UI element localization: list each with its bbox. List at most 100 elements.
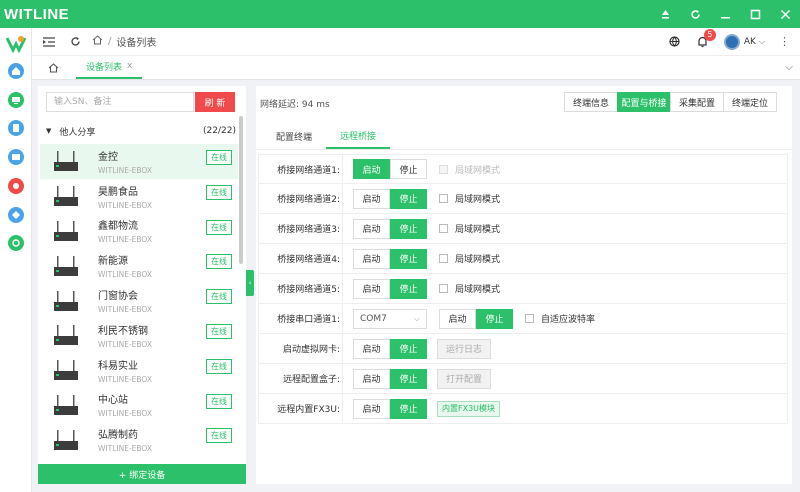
globe-icon[interactable] (668, 35, 682, 49)
status-badge: 在线 (206, 150, 232, 165)
search-input[interactable]: 输入SN、备注 (46, 92, 194, 112)
chevron-down-icon[interactable]: ⌵ (759, 37, 765, 47)
start-button[interactable]: 启动 (353, 218, 390, 239)
device-model: WITLINE-EBOX (98, 165, 152, 175)
status-badge: 在线 (206, 358, 232, 374)
home-nav-icon[interactable] (8, 63, 24, 79)
scrollbar[interactable] (239, 116, 243, 264)
start-button[interactable]: 启动 (353, 188, 390, 209)
breadcrumb-current: 设备列表 (116, 38, 157, 49)
stop-button[interactable]: 停止 (390, 398, 427, 419)
bridge-row-5: 桥接网络通道5: 启动 停止 局域网模式 (258, 274, 788, 304)
notification-badge: 5 (703, 28, 716, 41)
tab-close-icon[interactable]: x (127, 61, 132, 71)
row-label: 桥接网络通道4: (259, 244, 343, 273)
maximize-icon[interactable] (740, 0, 770, 28)
tabs-dropdown-icon[interactable]: ⌵ (778, 55, 800, 79)
reload-icon[interactable] (68, 35, 82, 49)
group-header[interactable]: ▼ 他人分享 (22/22) (46, 124, 236, 138)
bridge-row-2: 桥接网络通道2: 启动 停止 局域网模式 (258, 184, 788, 214)
router-device-icon (52, 323, 80, 347)
device-item[interactable]: 门窗协会 WITLINE-EBOX 在线 (40, 283, 238, 318)
stop-button[interactable]: 停止 (390, 368, 427, 389)
stop-button[interactable]: 停止 (476, 308, 513, 329)
stop-button[interactable]: 停止 (390, 188, 427, 209)
pin-icon[interactable] (650, 0, 680, 28)
auto-baud-label: 自适应波特率 (541, 315, 596, 325)
stop-button[interactable]: 停止 (390, 338, 427, 359)
menu-fold-icon[interactable] (42, 35, 56, 49)
minimize-icon[interactable] (710, 0, 740, 28)
status-badge: 在线 (206, 184, 232, 200)
user-name[interactable]: AK (744, 37, 756, 47)
stop-button[interactable]: 停止 (390, 248, 427, 269)
close-icon[interactable] (770, 0, 800, 28)
breadcrumb-home-icon[interactable] (92, 35, 103, 48)
start-button[interactable]: 启动 (353, 248, 390, 269)
lan-mode-checkbox[interactable]: 局域网模式 (439, 192, 500, 205)
device-item[interactable]: 金控 WITLINE-EBOX 在线 (40, 144, 238, 179)
tab-device-list[interactable]: 设备列表 x (76, 55, 143, 79)
main-panel: 网络延迟: 94 ms 终端信息 配置与桥接 采集配置 终端定位 配置终端 远程… (256, 86, 792, 484)
stop-button[interactable]: 停止 (390, 278, 427, 299)
avatar[interactable] (723, 33, 740, 50)
tab-config-terminal[interactable]: 配置终端 (262, 124, 326, 149)
stop-button[interactable]: 停止 (390, 159, 427, 179)
lan-mode-checkbox[interactable]: 局域网模式 (439, 252, 500, 265)
alarm-nav-icon[interactable] (8, 178, 24, 194)
page-tabs: 设备列表 x ⌵ (32, 56, 800, 80)
device-item[interactable]: 新能源 WITLINE-EBOX 在线 (40, 248, 238, 283)
monitor-nav-icon[interactable] (8, 92, 24, 108)
function-buttons: 终端信息 配置与桥接 采集配置 终端定位 (564, 92, 777, 112)
device-item[interactable]: 中心站 WITLINE-EBOX 在线 (40, 388, 238, 423)
row-label: 桥接网络通道1: (259, 155, 343, 183)
stop-button[interactable]: 停止 (390, 218, 427, 239)
device-item[interactable]: 鑫都物流 WITLINE-EBOX 在线 (40, 214, 238, 249)
top-nav: / 设备列表 5 AK ⌵ ⋮ (32, 28, 800, 56)
home-tab-icon[interactable] (40, 57, 66, 79)
collapse-panel-icon[interactable]: ‹ (246, 270, 254, 296)
terminal-locate-button[interactable]: 终端定位 (723, 92, 777, 112)
row-label: 桥接网络通道3: (259, 214, 343, 243)
terminal-info-button[interactable]: 终端信息 (564, 92, 618, 112)
row-label: 桥接网络通道5: (259, 274, 343, 303)
refresh-window-icon[interactable] (680, 0, 710, 28)
device-item[interactable]: 利民不锈钢 WITLINE-EBOX 在线 (40, 318, 238, 353)
tab-remote-bridge[interactable]: 远程桥接 (326, 124, 391, 149)
settings-nav-icon[interactable] (8, 235, 24, 251)
com-port-select[interactable]: COM7 ⌵ (353, 308, 427, 329)
device-item[interactable]: 弘腾制药 WITLINE-EBOX 在线 (40, 422, 238, 457)
collect-config-button[interactable]: 采集配置 (670, 92, 724, 112)
more-vertical-icon[interactable]: ⋮ (779, 35, 790, 48)
router-device-icon (52, 254, 80, 278)
bridge-row-4: 桥接网络通道4: 启动 停止 局域网模式 (258, 244, 788, 274)
bridge-table: 桥接网络通道1: 启动 停止 局域网模式 桥接网络通道2: 启动 停止 局域网模… (258, 154, 788, 424)
group-count: (22/22) (203, 126, 236, 136)
start-button[interactable]: 启动 (439, 308, 476, 329)
device-model: WITLINE-EBOX (98, 409, 152, 419)
start-button[interactable]: 启动 (353, 398, 390, 419)
refresh-button[interactable]: 刷 新 (195, 92, 235, 112)
router-device-icon (52, 358, 80, 382)
device-name: 金控 (98, 151, 118, 163)
start-button[interactable]: 启动 (353, 278, 390, 299)
status-badge: 在线 (206, 393, 232, 409)
bind-device-button[interactable]: + 绑定设备 (38, 464, 246, 484)
lan-mode-checkbox[interactable]: 局域网模式 (439, 222, 500, 235)
report-nav-icon[interactable] (8, 120, 24, 136)
device-name: 新能源 (98, 256, 128, 268)
message-nav-icon[interactable] (8, 149, 24, 165)
lan-mode-checkbox[interactable]: 局域网模式 (439, 282, 500, 295)
start-button[interactable]: 启动 (353, 159, 390, 179)
start-button[interactable]: 启动 (353, 338, 390, 359)
config-bridge-button[interactable]: 配置与桥接 (617, 92, 671, 112)
share-nav-icon[interactable] (8, 207, 24, 223)
device-item[interactable]: 科易实业 WITLINE-EBOX 在线 (40, 353, 238, 388)
vnic-row: 启动虚拟网卡: 启动 停止 运行日志 (258, 334, 788, 364)
start-button[interactable]: 启动 (353, 368, 390, 389)
auto-baud-checkbox[interactable]: 自适应波特率 (525, 312, 595, 325)
icon-rail (0, 28, 32, 492)
notification-bell-icon[interactable]: 5 (696, 28, 716, 49)
fx3u-module-button[interactable]: 内置FX3U模块 (437, 400, 501, 417)
device-item[interactable]: 昊鹏食品 WITLINE-EBOX 在线 (40, 179, 238, 214)
